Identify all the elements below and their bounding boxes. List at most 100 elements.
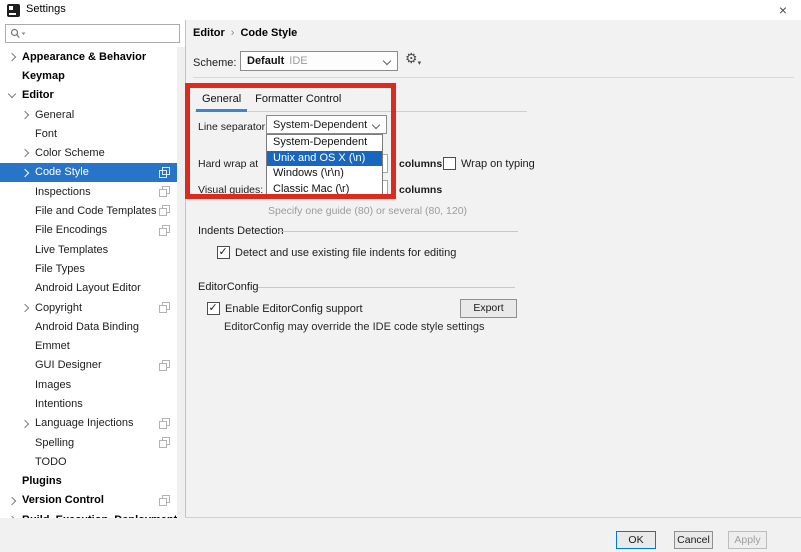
- sidebar-item-images[interactable]: Images: [0, 375, 185, 394]
- sidebar-item-label: Live Templates: [35, 244, 108, 256]
- footer-bar: OK Cancel Apply: [0, 518, 801, 552]
- dropdown-option-windows-r-n[interactable]: Windows (\r\n): [267, 166, 382, 182]
- sidebar-item-inspections[interactable]: Inspections: [0, 182, 185, 201]
- search-icon: [10, 28, 27, 40]
- scheme-select[interactable]: Default IDE: [240, 51, 398, 71]
- sidebar-item-color-scheme[interactable]: Color Scheme: [0, 143, 185, 162]
- sidebar-item-plugins[interactable]: Plugins: [0, 472, 185, 491]
- sidebar-item-label: Android Data Binding: [35, 321, 139, 333]
- line-separator-dropdown: System-DependentUnix and OS X (\n)Window…: [266, 134, 383, 198]
- editorconfig-title: EditorConfig: [198, 281, 259, 293]
- per-project-settings-icon: [159, 495, 170, 506]
- sidebar-item-code-style[interactable]: Code Style: [0, 163, 185, 182]
- indents-detection-title: Indents Detection: [198, 225, 284, 237]
- per-project-settings-icon: [159, 186, 170, 197]
- sidebar-item-label: General: [35, 109, 74, 121]
- settings-window: Settings × Appearance & Behavior Keymap Ed…: [0, 0, 801, 552]
- sidebar-item-label: Plugins: [22, 475, 62, 487]
- export-button[interactable]: Export: [460, 299, 517, 318]
- breadcrumb-separator-icon: ›: [225, 27, 241, 39]
- dropdown-option-system-dependent[interactable]: System-Dependent: [267, 135, 382, 151]
- sidebar-item-label: Color Scheme: [35, 147, 105, 159]
- dropdown-option-classic-mac-r[interactable]: Classic Mac (\r): [267, 182, 382, 198]
- visual-guides-hint: Specify one guide (80) or several (80, 1…: [268, 205, 467, 217]
- close-icon[interactable]: ×: [773, 1, 793, 19]
- sidebar-item-android-data-binding[interactable]: Android Data Binding: [0, 317, 185, 336]
- scheme-value-suffix: IDE: [289, 55, 307, 67]
- sidebar-item-label: Keymap: [22, 70, 65, 82]
- tab-formatter-control[interactable]: Formatter Control: [248, 88, 348, 111]
- gear-icon[interactable]: ⚙▾: [405, 50, 421, 67]
- enable-editorconfig-label: Enable EditorConfig support: [225, 303, 363, 315]
- ok-button[interactable]: OK: [616, 531, 656, 549]
- sidebar-item-file-and-code-templates[interactable]: File and Code Templates: [0, 201, 185, 220]
- sidebar-item-file-types[interactable]: File Types: [0, 259, 185, 278]
- editorconfig-note: EditorConfig may override the IDE code s…: [224, 321, 484, 333]
- dropdown-option-unix-and-os-x-n[interactable]: Unix and OS X (\n): [267, 151, 382, 167]
- chevron-right-icon: [8, 53, 16, 61]
- chevron-right-icon: [21, 111, 29, 119]
- sidebar-item-label: Spelling: [35, 437, 74, 449]
- tab-general[interactable]: General: [195, 88, 248, 111]
- scheme-value: Default: [247, 55, 284, 67]
- sidebar: Appearance & Behavior Keymap Editor General…: [0, 20, 185, 522]
- hard-wrap-label: Hard wrap at: [198, 158, 258, 170]
- visual-guides-label: Visual guides:: [198, 184, 263, 196]
- chevron-right-icon: [21, 304, 29, 312]
- wrap-on-typing-checkbox[interactable]: [443, 157, 456, 170]
- enable-editorconfig-checkbox[interactable]: [207, 302, 220, 315]
- sidebar-item-label: TODO: [35, 456, 67, 468]
- per-project-settings-icon: [159, 437, 170, 448]
- chevron-down-icon: [372, 121, 380, 129]
- sidebar-item-font[interactable]: Font: [0, 124, 185, 143]
- search-input[interactable]: [5, 24, 180, 43]
- per-project-settings-icon: [159, 225, 170, 236]
- sidebar-item-label: Inspections: [35, 186, 91, 198]
- chevron-down-icon: [8, 89, 16, 97]
- breadcrumb-editor[interactable]: Editor: [193, 27, 225, 39]
- editorconfig-section-line: [258, 287, 515, 288]
- indents-section-line: [278, 231, 518, 232]
- sidebar-item-file-encodings[interactable]: File Encodings: [0, 221, 185, 240]
- sidebar-scrollbar[interactable]: [177, 47, 185, 523]
- chevron-down-icon: [383, 57, 391, 65]
- detect-indents-checkbox[interactable]: [217, 246, 230, 259]
- sidebar-item-label: File Encodings: [35, 224, 107, 236]
- window-title: Settings: [26, 3, 66, 15]
- sidebar-item-label: Code Style: [35, 166, 89, 178]
- title-bar: Settings ×: [0, 0, 801, 20]
- line-separator-label: Line separator:: [198, 121, 268, 133]
- sidebar-item-label: Emmet: [35, 340, 70, 352]
- sidebar-item-live-templates[interactable]: Live Templates: [0, 240, 185, 259]
- sidebar-item-android-layout-editor[interactable]: Android Layout Editor: [0, 279, 185, 298]
- sidebar-item-appearance-behavior[interactable]: Appearance & Behavior: [0, 47, 185, 66]
- sidebar-item-label: Appearance & Behavior: [22, 51, 146, 63]
- sidebar-item-keymap[interactable]: Keymap: [0, 66, 185, 85]
- sidebar-item-label: GUI Designer: [35, 359, 102, 371]
- visual-guides-suffix: columns: [399, 184, 442, 196]
- sidebar-item-editor[interactable]: Editor: [0, 86, 185, 105]
- sidebar-item-spelling[interactable]: Spelling: [0, 433, 185, 452]
- sidebar-item-version-control[interactable]: Version Control: [0, 491, 185, 510]
- sidebar-item-todo[interactable]: TODO: [0, 452, 185, 471]
- breadcrumb: Editor›Code Style: [193, 27, 297, 39]
- cancel-button[interactable]: Cancel: [674, 531, 713, 549]
- sidebar-item-label: Intentions: [35, 398, 83, 410]
- sidebar-item-label: File Types: [35, 263, 85, 275]
- sidebar-item-label: Android Layout Editor: [35, 282, 141, 294]
- sidebar-item-emmet[interactable]: Emmet: [0, 336, 185, 355]
- sidebar-item-copyright[interactable]: Copyright: [0, 298, 185, 317]
- hard-wrap-suffix: columns: [399, 158, 442, 170]
- sidebar-item-label: Language Injections: [35, 417, 133, 429]
- sidebar-item-gui-designer[interactable]: GUI Designer: [0, 356, 185, 375]
- line-separator-select[interactable]: System-Dependent: [266, 115, 387, 134]
- sidebar-item-label: Images: [35, 379, 71, 391]
- sidebar-item-label: Version Control: [22, 494, 104, 506]
- intellij-logo-icon: [7, 4, 20, 17]
- breadcrumb-code-style: Code Style: [240, 27, 297, 39]
- wrap-on-typing-label: Wrap on typing: [461, 158, 535, 170]
- sidebar-item-intentions[interactable]: Intentions: [0, 394, 185, 413]
- sidebar-item-general[interactable]: General: [0, 105, 185, 124]
- tab-bar: GeneralFormatter Control: [195, 88, 527, 112]
- sidebar-item-language-injections[interactable]: Language Injections: [0, 414, 185, 433]
